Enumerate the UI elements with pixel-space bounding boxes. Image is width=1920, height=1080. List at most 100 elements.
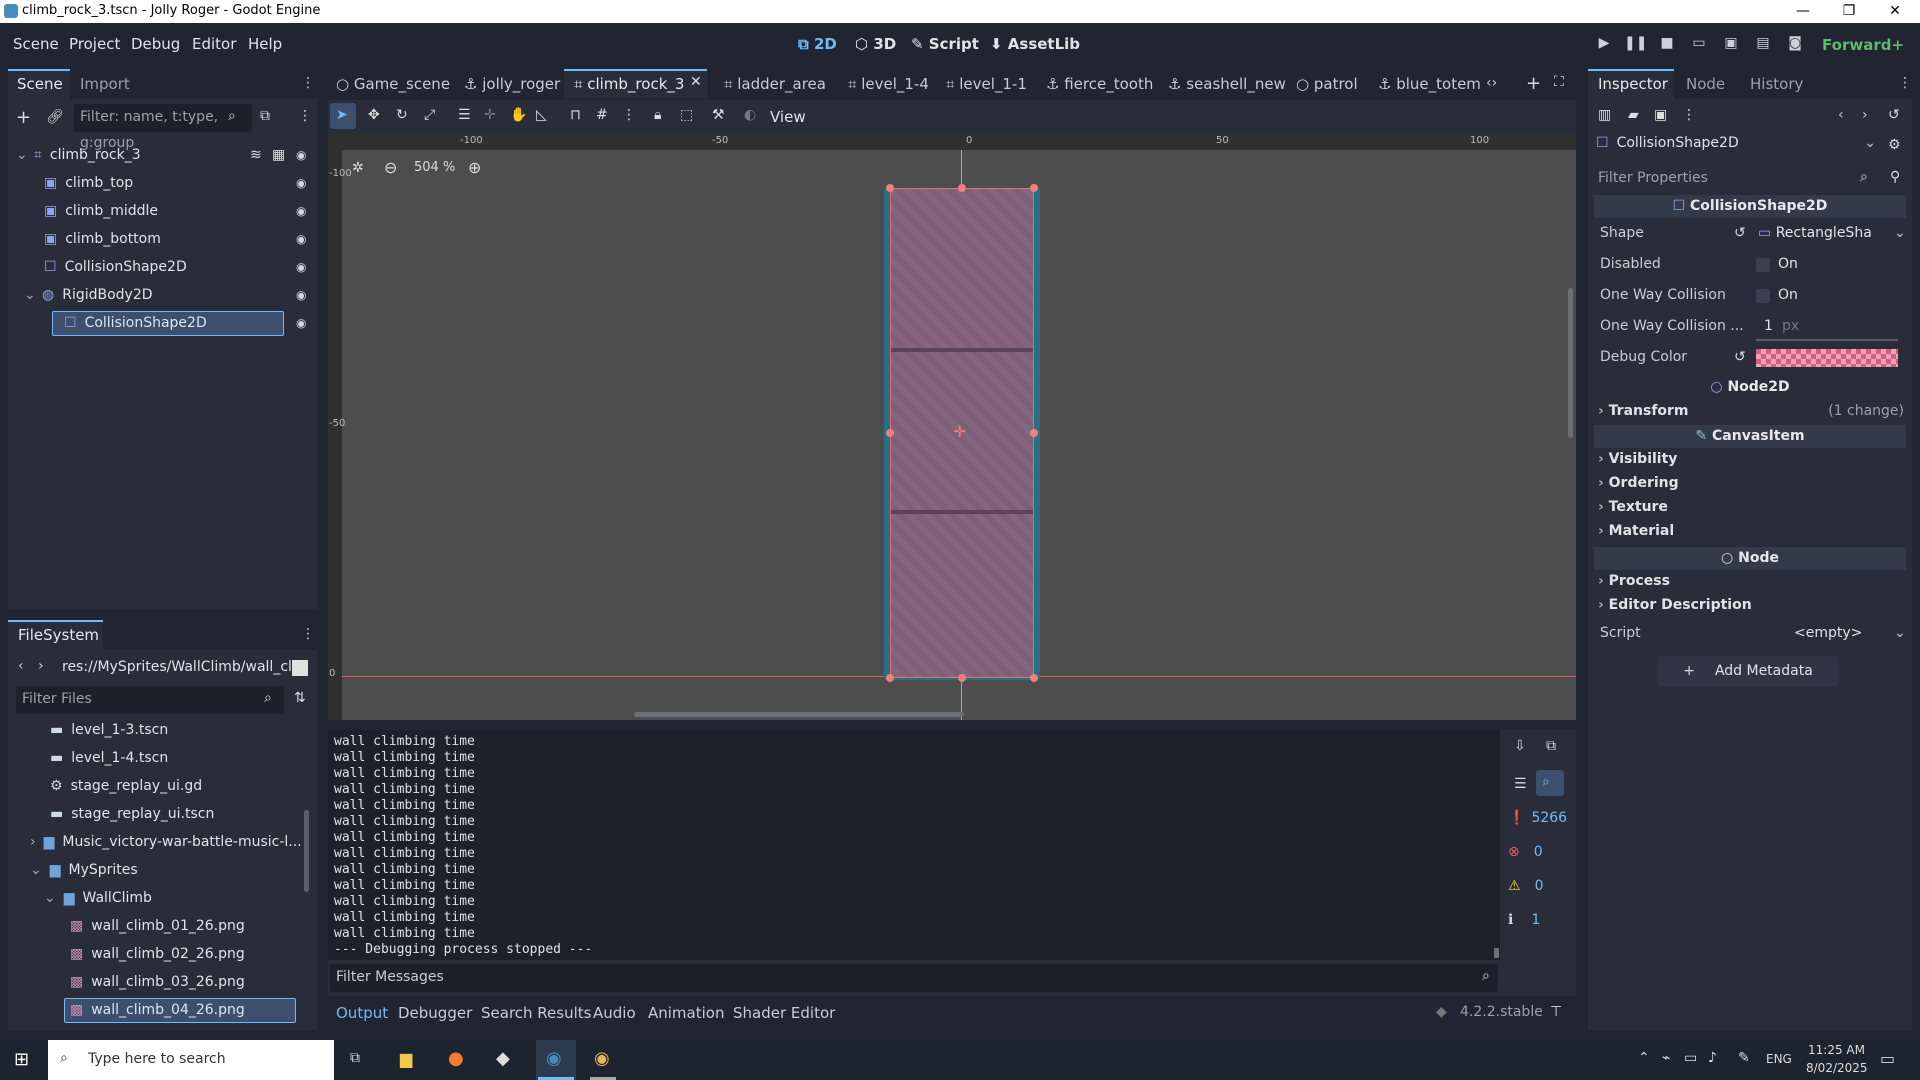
tab-jolly-roger[interactable]: ⚓ jolly_roger <box>464 75 560 93</box>
renderer-selector[interactable]: Forward+ <box>1822 36 1904 54</box>
tab-debugger[interactable]: Debugger <box>398 1004 472 1022</box>
tab-filesystem[interactable]: FileSystem <box>18 626 99 644</box>
resize-handle[interactable] <box>958 184 966 192</box>
section-visibility[interactable]: › Visibility <box>1598 451 1677 471</box>
fs-folder-music[interactable]: › ▆ Music_victory-war-battle-music-l... <box>30 828 302 856</box>
open-folder-icon[interactable]: ▰ <box>1628 107 1639 123</box>
movie-maker-icon[interactable]: ◙ <box>1784 35 1806 57</box>
new-resource-icon[interactable]: ▥ <box>1598 107 1611 123</box>
tab-audio[interactable]: Audio <box>593 1004 636 1022</box>
fs-file-wall-climb-03[interactable]: ▩ wall_climb_03_26.png <box>70 968 245 996</box>
object-history-icon[interactable]: ↺ <box>1888 107 1900 123</box>
horizontal-scrollbar[interactable] <box>634 712 964 717</box>
play-icon[interactable]: ▶ <box>1593 35 1615 57</box>
select-tool-icon[interactable]: ➤ <box>336 107 348 123</box>
visibility-eye-icon[interactable]: ◉ <box>296 260 310 274</box>
fs-file-stage-replay-tscn[interactable]: ▬ stage_replay_ui.tscn <box>50 800 214 828</box>
more-icon[interactable]: ⋮ <box>301 75 315 91</box>
object-selector[interactable]: ☐ CollisionShape2D ⌄ <box>1596 135 1876 161</box>
pen-icon[interactable]: ✎ <box>1738 1050 1750 1066</box>
group-icon[interactable]: ⬚ <box>680 107 693 123</box>
distraction-free-icon[interactable]: ⛶ <box>1554 74 1564 90</box>
chevron-down-icon[interactable]: ⌄ <box>1894 625 1906 641</box>
bone-icon[interactable]: ⚒ <box>712 107 725 123</box>
resize-handle[interactable] <box>886 184 894 192</box>
tab-blue-totem[interactable]: ⚓ blue_totem <box>1378 75 1481 93</box>
tab-shader-editor[interactable]: Shader Editor <box>733 1004 835 1022</box>
visibility-eye-icon[interactable]: ◉ <box>296 288 310 302</box>
resize-handle[interactable] <box>958 674 966 682</box>
filter-errors-toggle[interactable]: ⊗ 0 <box>1508 844 1570 868</box>
filter-properties-input[interactable]: Filter Properties <box>1592 165 1880 193</box>
clock-time[interactable]: 11:25 AM <box>1808 1043 1865 1057</box>
toggle-split-icon[interactable] <box>292 660 308 676</box>
tab-node[interactable]: Node <box>1686 75 1725 93</box>
section-ordering[interactable]: › Ordering <box>1598 475 1679 495</box>
margin-value[interactable]: 1 <box>1764 318 1773 334</box>
pause-icon[interactable]: ❚❚ <box>1624 35 1647 57</box>
mode-2d-button[interactable]: ⧉ 2D <box>798 35 837 53</box>
expand-panel-icon[interactable]: ⊤ <box>1550 1004 1562 1020</box>
tab-climb-rock-3[interactable]: ⌗ climb_rock_3 <box>574 75 684 93</box>
pan-tool-icon[interactable]: ✋ <box>510 107 527 123</box>
filter-options-icon[interactable]: ⚲ <box>1890 169 1900 185</box>
signal-icon[interactable]: ≋ <box>250 147 262 163</box>
more-icon[interactable]: ⋮ <box>1898 75 1912 91</box>
resize-handle[interactable] <box>1030 429 1038 437</box>
mode-script-button[interactable]: ✎ Script <box>911 35 979 53</box>
search-icon[interactable]: ⌕ <box>1542 774 1550 790</box>
section-editor-description[interactable]: › Editor Description <box>1598 597 1752 617</box>
new-tab-icon[interactable]: + <box>1526 73 1541 94</box>
tab-level-1-4[interactable]: ⌗ level_1-4 <box>848 75 929 93</box>
clear-output-icon[interactable]: ⇩ <box>1514 738 1526 754</box>
resize-handle[interactable] <box>886 674 894 682</box>
remote-debug-icon[interactable]: ▭ <box>1688 35 1710 57</box>
revert-icon[interactable]: ↺ <box>1734 225 1746 241</box>
zoom-level[interactable]: 504 % <box>414 160 455 175</box>
mode-assetlib-button[interactable]: ⬇ AssetLib <box>990 35 1080 53</box>
zoom-out-icon[interactable]: ⊖ <box>384 158 397 177</box>
resize-handle[interactable] <box>1030 184 1038 192</box>
section-material[interactable]: › Material <box>1598 523 1674 543</box>
tab-level-1-1[interactable]: ⌗ level_1-1 <box>946 75 1027 93</box>
shape-resource-picker[interactable]: ▭ RectangleSha <box>1758 225 1872 241</box>
instance-scene-icon[interactable]: ⧉ <box>260 108 270 124</box>
chevron-down-icon[interactable]: ⌄ <box>1894 225 1906 241</box>
play-scene-icon[interactable]: ▣ <box>1720 35 1742 57</box>
smart-snap-icon[interactable]: ⊓ <box>570 107 581 123</box>
margin-slider[interactable] <box>1756 339 1898 341</box>
scale-tool-icon[interactable]: ⤢ <box>424 107 435 123</box>
tab-history[interactable]: History <box>1750 75 1803 93</box>
tab-import[interactable]: Import <box>80 75 130 93</box>
file-explorer-icon[interactable]: ▆ <box>400 1049 412 1068</box>
forward-icon[interactable]: › <box>38 658 44 674</box>
snap-options-icon[interactable]: ⋮ <box>622 107 636 123</box>
console-scrollbar[interactable] <box>1494 948 1499 958</box>
tree-node-climb-middle[interactable]: ▣ climb_middle ◉ <box>44 197 311 225</box>
section-texture[interactable]: › Texture <box>1598 499 1668 519</box>
volume-icon[interactable]: ♪ <box>1708 1050 1717 1066</box>
menu-editor[interactable]: Editor <box>192 35 236 53</box>
tree-node-root[interactable]: ⌄ ⌗ climb_rock_3 ≋ ▦ ◉ <box>16 141 311 169</box>
sort-icon[interactable]: ⇅ <box>294 690 306 706</box>
section-process[interactable]: › Process <box>1598 573 1670 593</box>
tree-node-climb-bottom[interactable]: ▣ climb_bottom ◉ <box>44 225 311 253</box>
history-back-icon[interactable]: ‹ <box>1838 107 1844 123</box>
view-menu[interactable]: View <box>770 108 806 126</box>
filter-messages-input[interactable]: Filter Messages <box>330 964 1498 992</box>
clock-date[interactable]: 8/02/2025 <box>1806 1061 1868 1075</box>
maximize-button[interactable]: ❐ <box>1826 0 1872 23</box>
filesystem-path-field[interactable]: res://MySprites/WallClimb/wall_cli <box>56 654 296 682</box>
tab-fierce-tooth[interactable]: ⚓ fierce_tooth <box>1046 75 1153 93</box>
task-view-icon[interactable]: ⧉ <box>350 1050 360 1066</box>
fs-folder-wallclimb[interactable]: ⌄ ▆ WallClimb <box>44 884 152 912</box>
filesystem-filter-input[interactable]: Filter Files <box>16 686 284 714</box>
windows-start-icon[interactable]: ⊞ <box>14 1049 29 1070</box>
fs-file-level-1-3[interactable]: ▬ level_1-3.tscn <box>50 716 168 744</box>
tree-node-rigidbody[interactable]: ⌄ ◍ RigidBody2D ◉ <box>24 281 311 309</box>
tab-output[interactable]: Output <box>336 1004 388 1022</box>
script-attached-icon[interactable]: ▦ <box>272 147 285 163</box>
back-icon[interactable]: ‹ <box>18 658 24 674</box>
rotate-tool-icon[interactable]: ↻ <box>396 107 408 123</box>
tab-patrol[interactable]: ○ patrol <box>1296 75 1358 93</box>
